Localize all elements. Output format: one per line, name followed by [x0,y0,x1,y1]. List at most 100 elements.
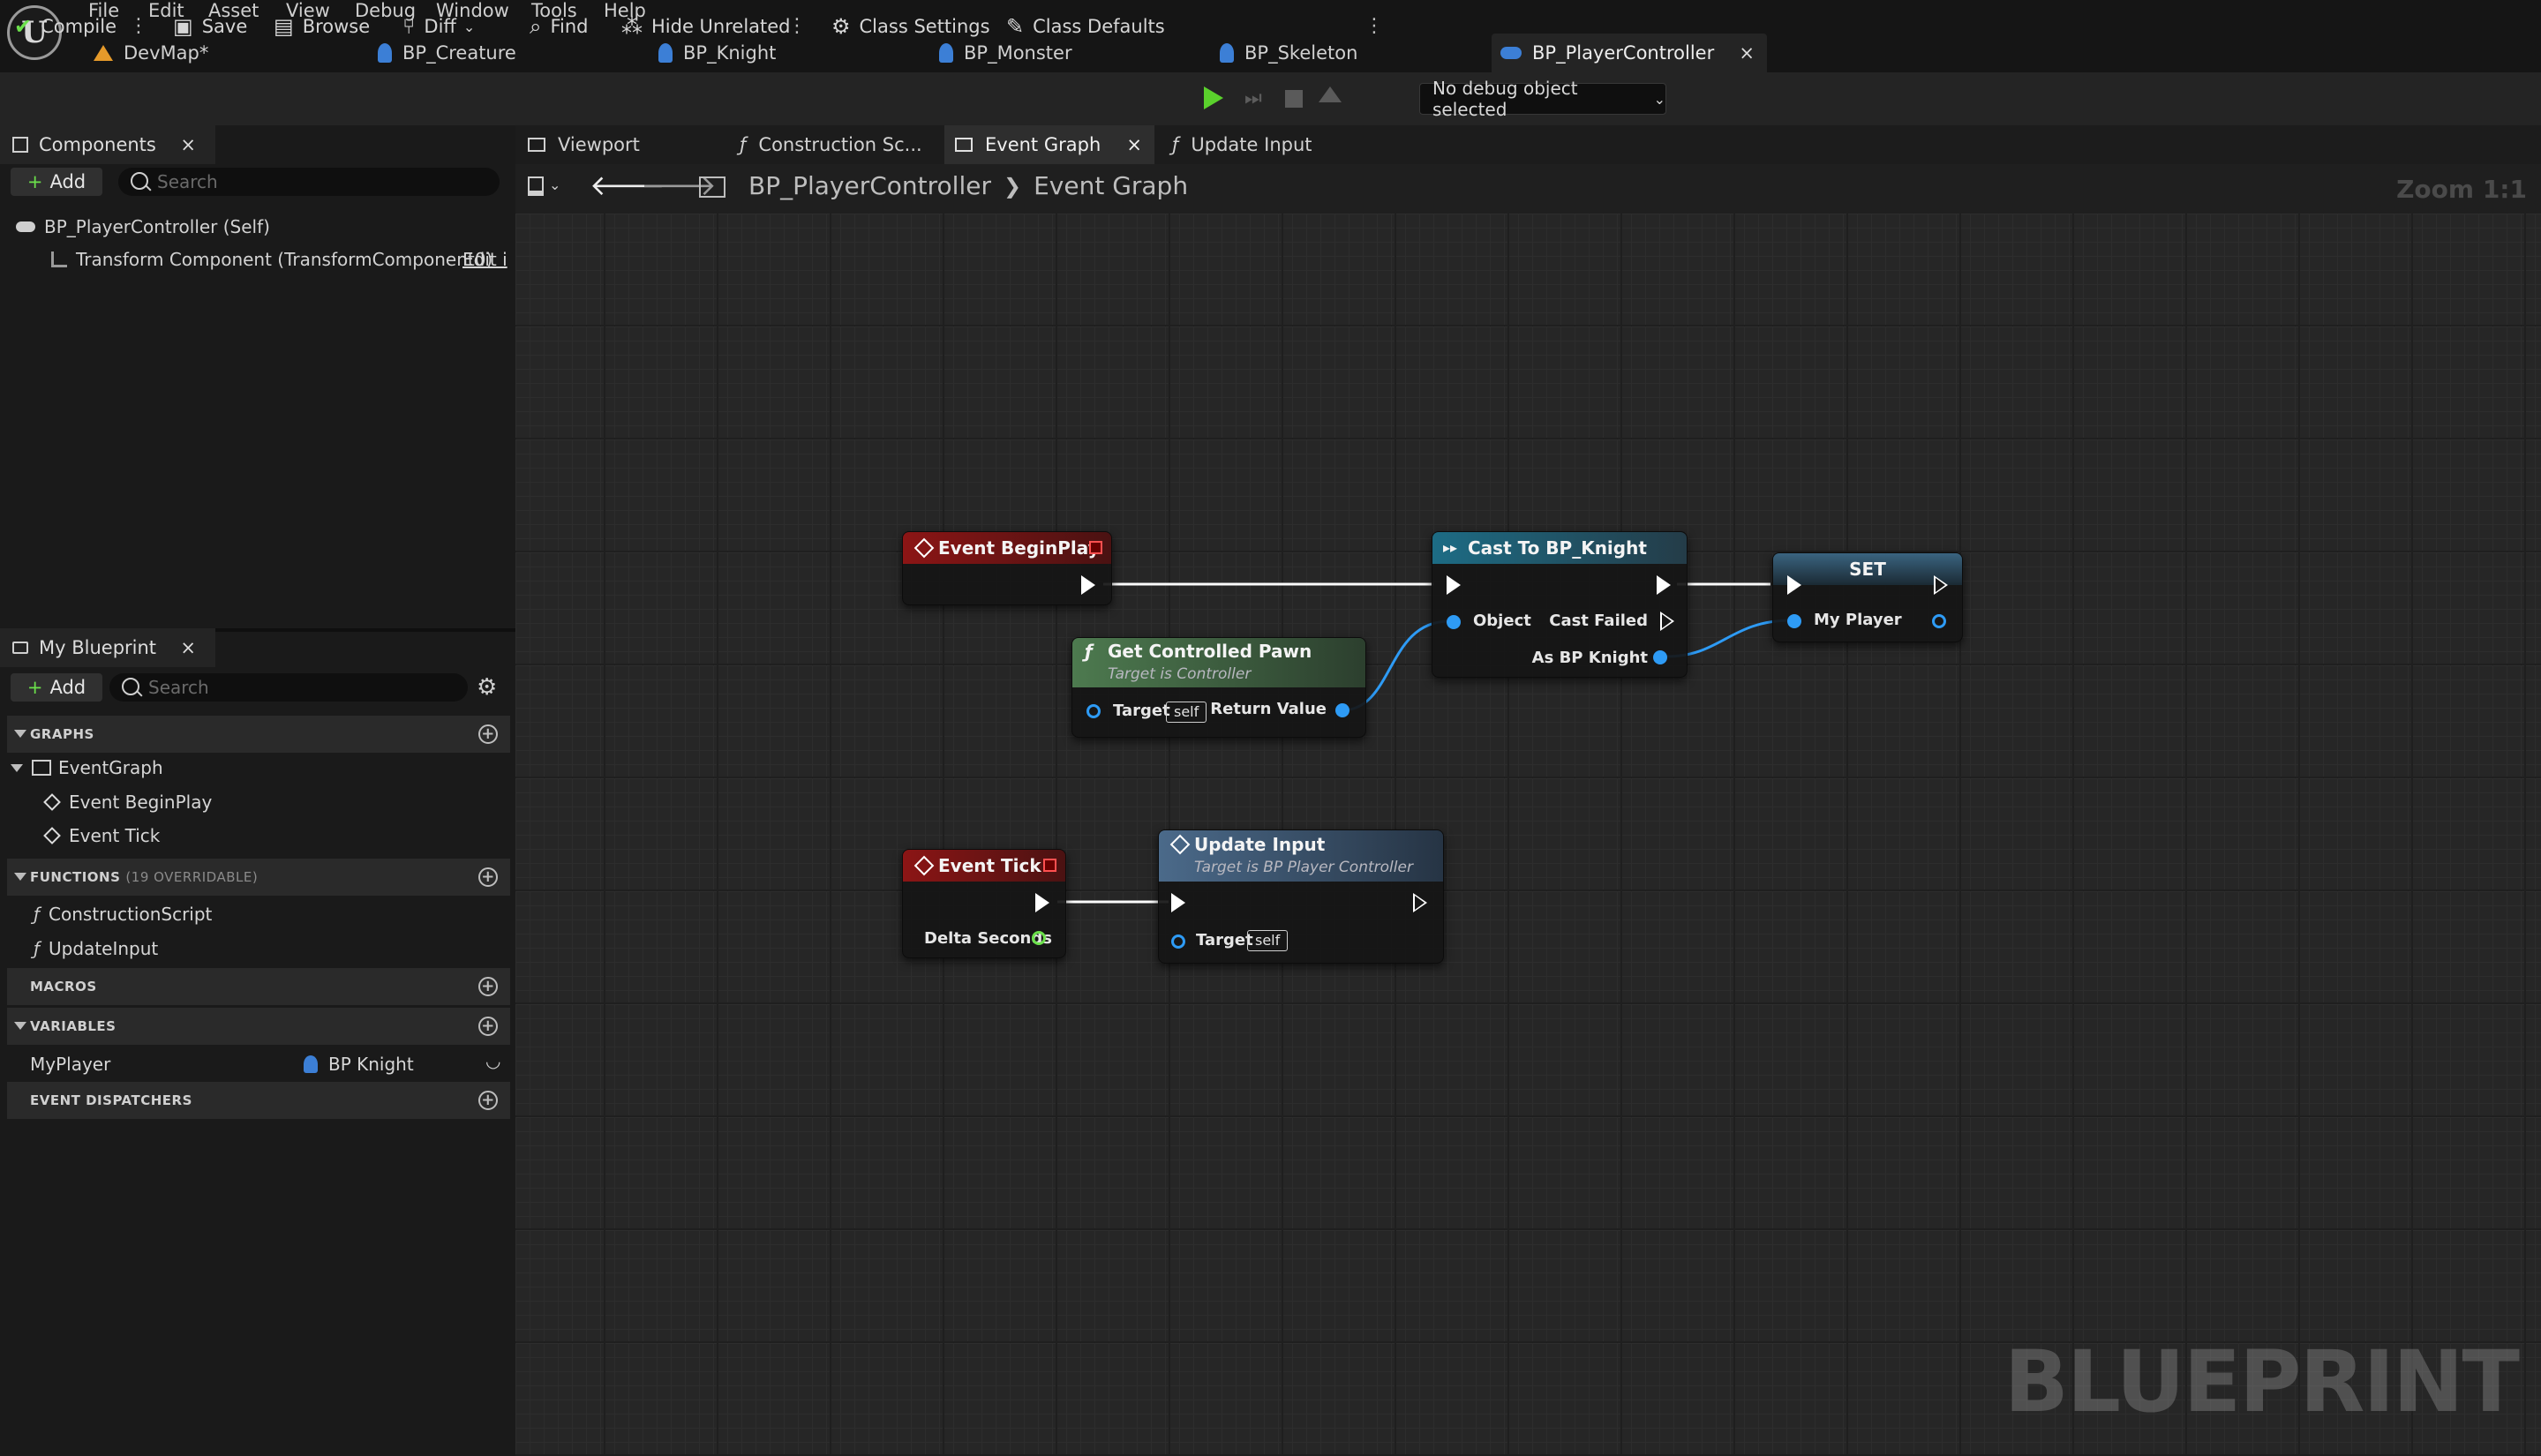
target-input-pin[interactable] [1171,934,1185,949]
doc-tab-bp-playercontroller[interactable]: BP_PlayerController × [1492,34,1767,72]
chevron-down-icon[interactable]: ⌄ [549,176,560,193]
add-component-button[interactable]: + Add [11,168,102,196]
play-options-icon[interactable]: ⋮ [1364,14,1384,39]
close-tab-icon[interactable]: × [1739,42,1755,64]
event-graph-item[interactable]: EventGraph [11,757,163,778]
my-blueprint-search-input[interactable]: Search [109,673,468,702]
collapse-icon [14,1022,26,1030]
node-set-my-player[interactable]: SET My Player [1772,552,1963,642]
browse-button[interactable]: ▤ Browse [274,11,370,42]
object-input-pin[interactable] [1447,615,1461,629]
add-variable-icon[interactable]: + [478,1017,498,1036]
exec-input-pin[interactable] [1171,893,1185,912]
node-subtitle: Target is Controller [1108,665,1252,683]
visibility-eye-icon[interactable]: ◡ [485,1050,500,1071]
compile-button[interactable]: ✔ Compile [14,11,117,42]
my-player-output-pin[interactable] [1932,614,1946,628]
node-cast-to-bp-knight[interactable]: ▸▸ Cast To BP_Knight Object Cast Failed … [1432,531,1688,678]
class-defaults-button[interactable]: ✎ Class Defaults [1006,11,1165,42]
close-tab-icon[interactable]: × [180,637,196,658]
exec-output-pin[interactable] [1934,575,1948,595]
save-button[interactable]: ▣ Save [173,11,247,42]
bookmark-icon[interactable] [528,176,544,196]
eject-icon[interactable] [1319,86,1342,102]
add-dispatcher-icon[interactable]: + [478,1091,498,1110]
component-transform-label: Transform Component (TransformComponent0… [76,249,493,270]
delta-seconds-pin[interactable] [1032,931,1046,945]
hide-unrelated-label: Hide Unrelated [651,16,791,37]
diff-icon: ⑂ [402,14,416,39]
event-delegate-icon[interactable] [1089,541,1102,554]
event-graph-canvas[interactable]: BLUEPRINT [515,214,2541,1456]
node-event-tick[interactable]: Event Tick Delta Seconds [902,849,1066,958]
self-default-value[interactable]: self [1166,702,1207,723]
stop-icon[interactable] [1285,90,1303,108]
hide-unrelated-button[interactable]: ⁂ Hide Unrelated [621,11,791,42]
settings-gear-icon[interactable]: ⚙ [477,674,497,701]
cast-failed-pin[interactable] [1660,612,1674,631]
hide-unrelated-options-icon[interactable]: ⋮ [787,14,807,39]
exec-input-pin[interactable] [1787,575,1801,595]
debug-object-select[interactable]: No debug object selected ⌄ [1419,78,1666,120]
close-tab-icon[interactable]: × [1126,134,1142,155]
node-get-controlled-pawn[interactable]: ƒ Get Controlled Pawn Target is Controll… [1071,637,1366,738]
variables-section-header[interactable]: VARIABLES + [7,1008,510,1045]
as-bp-knight-pin[interactable] [1653,650,1667,664]
frame-step-icon[interactable]: ⏭ [1244,88,1264,109]
browse-label: Browse [302,16,371,37]
tab-event-graph[interactable]: Event Graph × [944,125,1154,164]
function-construction-script[interactable]: ƒ ConstructionScript [34,904,212,925]
variable-row[interactable]: MyPlayer BP Knight ◡ [7,1047,510,1082]
my-player-input-pin[interactable] [1787,614,1801,628]
macros-section-header[interactable]: MACROS + [7,968,510,1005]
add-member-button[interactable]: + Add [11,673,102,702]
function-icon: ƒ [740,134,747,155]
close-tab-icon[interactable]: × [180,134,196,155]
add-function-icon[interactable]: + [478,867,498,887]
components-tab[interactable]: Components × [0,125,215,164]
exec-output-pin[interactable] [1657,575,1671,595]
my-blueprint-tab[interactable]: My Blueprint × [0,628,215,667]
functions-section-header[interactable]: FUNCTIONS (19 OVERRIDABLE) + [7,859,510,896]
diff-label: Diff [424,16,456,37]
breadcrumb-root[interactable]: BP_PlayerController [748,171,991,200]
variable-type[interactable]: BP Knight [328,1054,414,1075]
tab-update-input[interactable]: ƒ Update Input [1161,125,1364,164]
component-root[interactable]: BP_PlayerController (Self) [16,216,270,237]
find-button[interactable]: ⌕ Find [530,11,588,42]
event-beginplay-item[interactable]: Event BeginPlay [43,792,212,813]
exec-output-pin[interactable] [1035,893,1049,912]
add-macro-icon[interactable]: + [478,977,498,996]
event-tick-item[interactable]: Event Tick [43,825,160,846]
self-default-value[interactable]: self [1247,930,1289,951]
event-dispatchers-section-header[interactable]: EVENT DISPATCHERS + [7,1082,510,1119]
component-transform[interactable]: Transform Component (TransformComponent0… [51,249,492,270]
play-icon[interactable] [1204,86,1223,109]
node-update-input[interactable]: Update Input Target is BP Player Control… [1158,829,1444,964]
event-delegate-icon[interactable] [1043,859,1056,872]
exec-output-pin[interactable] [1413,893,1427,912]
exec-output-pin[interactable] [1081,575,1095,595]
node-event-beginplay[interactable]: Event BeginPlay [902,531,1112,605]
function-icon: ƒ [34,904,41,925]
level-icon [94,45,113,61]
edit-component-link[interactable]: Edit i [462,249,507,270]
compile-options-icon[interactable]: ⋮ [129,14,148,39]
diff-button[interactable]: ⑂ Diff ⌄ [402,11,475,42]
components-search-input[interactable]: Search [118,168,500,196]
pawn-icon [378,43,392,63]
graphs-section-header[interactable]: GRAPHS + [7,716,510,753]
function-update-input[interactable]: ƒ UpdateInput [34,938,158,959]
tab-construction-script[interactable]: ƒ Construction Sc... [729,125,941,164]
return-value-pin[interactable] [1335,703,1349,717]
doc-tab-bp-skeleton[interactable]: BP_Skeleton [1211,34,1476,72]
book-icon [12,642,28,654]
doc-tab-label: BP_Monster [964,42,1072,64]
class-settings-button[interactable]: ⚙ Class Settings [831,11,990,42]
gear-icon: ⚙ [831,14,851,39]
transform-icon [51,251,67,267]
tab-viewport[interactable]: Viewport [517,125,720,164]
add-graph-icon[interactable]: + [478,724,498,744]
target-input-pin[interactable] [1086,704,1101,718]
exec-input-pin[interactable] [1447,575,1461,595]
